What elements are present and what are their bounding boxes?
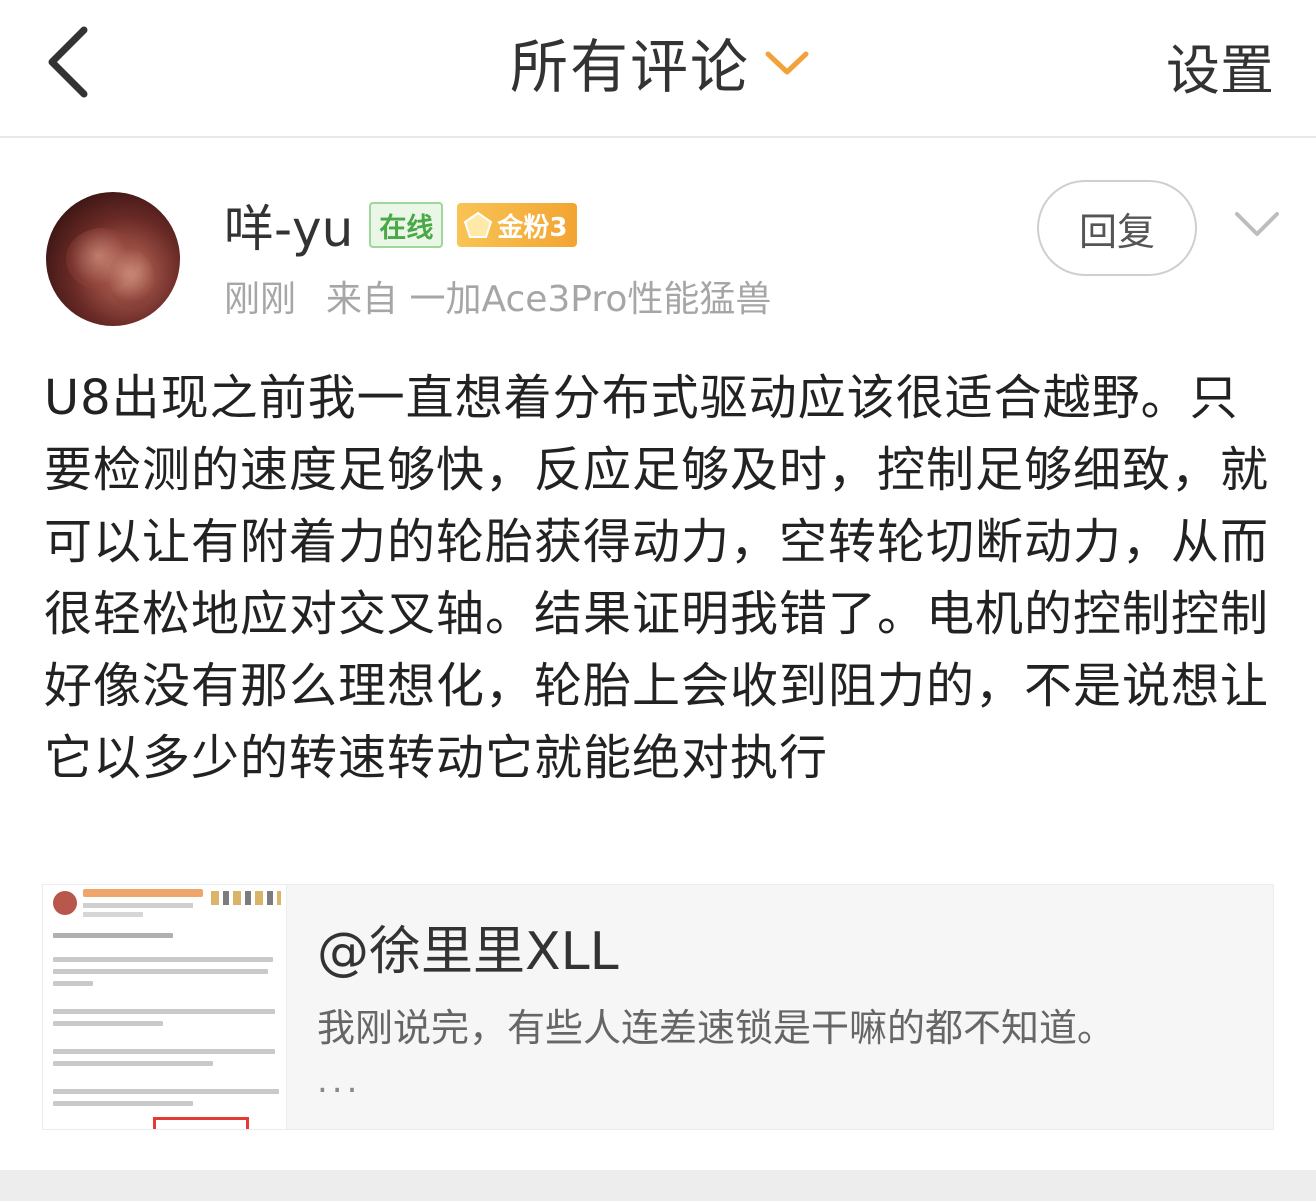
quoted-text: 我刚说完，有些人连差速锁是干嘛的都不知道。 (317, 1006, 1116, 1050)
thumbnail-decoration (153, 1117, 249, 1129)
back-button[interactable] (40, 22, 110, 102)
quoted-username[interactable]: @徐里里XLL (317, 909, 619, 984)
thumbnail-decoration (53, 933, 173, 938)
thumbnail-decoration (83, 903, 193, 908)
diamond-icon (463, 211, 497, 239)
fan-badge-label: 金粉3 (497, 212, 568, 243)
quoted-post-thumbnail (43, 885, 287, 1129)
thumbnail-decoration (53, 957, 273, 962)
bottom-divider (0, 1170, 1316, 1201)
comment-filter-dropdown[interactable]: 所有评论 (510, 22, 810, 102)
reply-button[interactable]: 回复 (1037, 180, 1197, 276)
back-chevron-icon (40, 22, 110, 102)
thumbnail-decoration (53, 1021, 163, 1026)
thumbnail-decoration (211, 891, 281, 905)
thumbnail-decoration (53, 1061, 213, 1066)
comment-source: 来自 一加Ace3Pro性能猛兽 (326, 279, 772, 320)
avatar-highlight (108, 250, 154, 308)
settings-button[interactable]: 设置 (1166, 26, 1274, 105)
quoted-ellipsis: ... (317, 1061, 362, 1101)
fan-badge[interactable]: 金粉3 (457, 203, 578, 247)
thumbnail-decoration (53, 1049, 275, 1054)
thumbnail-avatar (53, 891, 77, 915)
chevron-down-icon (1232, 212, 1282, 248)
thumbnail-decoration (53, 969, 268, 974)
chevron-down-icon (764, 48, 810, 82)
online-badge: 在线 (369, 202, 444, 248)
top-nav-bar: 所有评论 设置 (0, 0, 1316, 138)
thumbnail-decoration (53, 981, 93, 986)
comment-text: U8出现之前我一直想着分布式驱动应该很适合越野。只要检测的速度足够快，反应足够及… (44, 370, 1270, 786)
thumbnail-decoration (83, 912, 143, 917)
thumbnail-decoration (53, 1009, 275, 1014)
avatar[interactable] (46, 192, 180, 326)
page-title: 所有评论 (510, 33, 751, 101)
thumbnail-decoration (53, 1089, 279, 1094)
thumbnail-decoration (83, 889, 203, 897)
username[interactable]: 咩-yu (224, 189, 353, 261)
comment-time: 刚刚 (224, 279, 297, 320)
quoted-post-card[interactable]: @徐里里XLL 我刚说完，有些人连差速锁是干嘛的都不知道。 ... (42, 884, 1274, 1130)
comment-meta: 刚刚 来自 一加Ace3Pro性能猛兽 (224, 270, 771, 322)
thumbnail-decoration (53, 1101, 193, 1106)
comment-author-row: 咩-yu 在线 金粉3 (224, 194, 578, 258)
more-options-button[interactable] (1232, 204, 1282, 244)
